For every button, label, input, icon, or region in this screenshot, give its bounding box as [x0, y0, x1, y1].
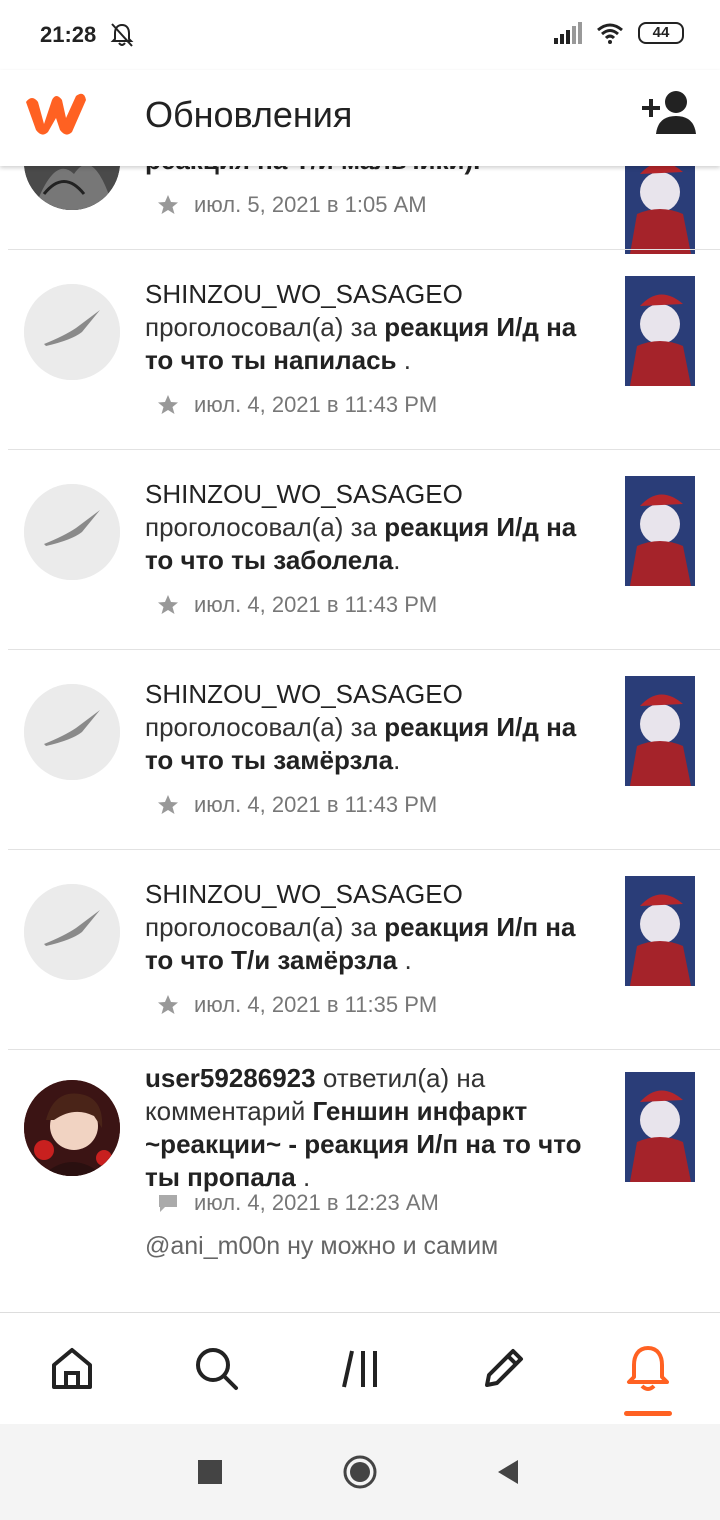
username[interactable]: SHINZOU_WO_SASAGEO — [145, 478, 605, 511]
username[interactable]: user59286923 — [145, 1063, 316, 1093]
story-cover[interactable] — [625, 476, 695, 586]
action-text: проголосовал(а) за — [145, 912, 378, 942]
list-item[interactable]: SHINZOU_WO_SASAGEO проголосовал(а) за ре… — [0, 850, 720, 1050]
bottom-navigation — [0, 1312, 720, 1424]
timestamp: июл. 4, 2021 в 11:43 PM — [194, 592, 438, 617]
timestamp: июл. 4, 2021 в 12:23 AM — [194, 1190, 439, 1215]
signal-icon — [554, 22, 582, 44]
story-cover[interactable] — [625, 876, 695, 986]
add-friend-icon[interactable] — [640, 88, 698, 138]
username[interactable]: SHINZOU_WO_SASAGEO — [145, 878, 605, 911]
wattpad-logo-icon[interactable] — [22, 88, 90, 140]
do-not-disturb-icon — [110, 23, 134, 47]
story-cover[interactable] — [625, 676, 695, 786]
active-tab-indicator — [624, 1411, 672, 1416]
list-item[interactable]: user59286923 ответил(а) на комментарий Г… — [0, 1050, 720, 1312]
status-bar: 21:28 44 — [0, 0, 720, 70]
home-circle-icon[interactable] — [342, 1454, 378, 1490]
search-icon[interactable] — [191, 1343, 241, 1393]
avatar[interactable] — [24, 284, 120, 380]
star-icon — [158, 995, 178, 1014]
star-icon — [158, 595, 178, 614]
action-text: проголосовал(а) за — [145, 512, 378, 542]
star-icon — [158, 395, 178, 414]
app-bar: Обновления — [0, 70, 720, 166]
back-icon[interactable] — [490, 1454, 526, 1490]
story-cover[interactable] — [625, 276, 695, 386]
home-icon[interactable] — [47, 1343, 97, 1393]
timestamp: июл. 4, 2021 в 11:35 PM — [194, 992, 438, 1017]
timestamp: июл. 5, 2021 в 1:05 AM — [194, 192, 427, 217]
notifications-feed[interactable]: реакция на Т/и мальчики). июл. 5, 2021 в… — [0, 166, 720, 1312]
avatar[interactable] — [24, 166, 120, 210]
action-text: проголосовал(а) за — [145, 312, 378, 342]
system-navigation-bar — [0, 1424, 720, 1520]
story-cover[interactable] — [625, 1072, 695, 1182]
wifi-icon — [597, 23, 623, 44]
list-item[interactable]: SHINZOU_WO_SASAGEO проголосовал(а) за ре… — [0, 250, 720, 450]
timestamp: июл. 4, 2021 в 11:43 PM — [194, 392, 438, 417]
username[interactable]: SHINZOU_WO_SASAGEO — [145, 278, 605, 311]
star-icon — [158, 795, 178, 814]
page-title: Обновления — [145, 94, 353, 135]
avatar[interactable] — [24, 684, 120, 780]
timestamp: июл. 4, 2021 в 11:43 PM — [194, 792, 438, 817]
story-title[interactable]: реакция на Т/и мальчики). — [145, 166, 480, 175]
battery-icon: 44 — [638, 22, 684, 44]
avatar[interactable] — [24, 884, 120, 980]
list-item[interactable]: реакция на Т/и мальчики). июл. 5, 2021 в… — [0, 166, 720, 254]
list-item[interactable]: SHINZOU_WO_SASAGEO проголосовал(а) за ре… — [0, 450, 720, 650]
comment-quote: @ani_m00n ну можно и самим — [145, 1232, 499, 1260]
avatar[interactable] — [24, 1080, 120, 1176]
list-item[interactable]: SHINZOU_WO_SASAGEO проголосовал(а) за ре… — [0, 650, 720, 850]
write-icon[interactable] — [479, 1343, 529, 1393]
story-cover[interactable] — [625, 166, 695, 254]
action-text: проголосовал(а) за — [145, 712, 378, 742]
avatar[interactable] — [24, 484, 120, 580]
username[interactable]: SHINZOU_WO_SASAGEO — [145, 678, 605, 711]
comment-icon — [159, 1195, 177, 1212]
star-icon — [158, 195, 178, 214]
status-time: 21:28 — [40, 22, 97, 47]
library-icon[interactable] — [336, 1343, 386, 1393]
recents-icon[interactable] — [192, 1454, 228, 1490]
notifications-icon[interactable] — [623, 1343, 673, 1393]
